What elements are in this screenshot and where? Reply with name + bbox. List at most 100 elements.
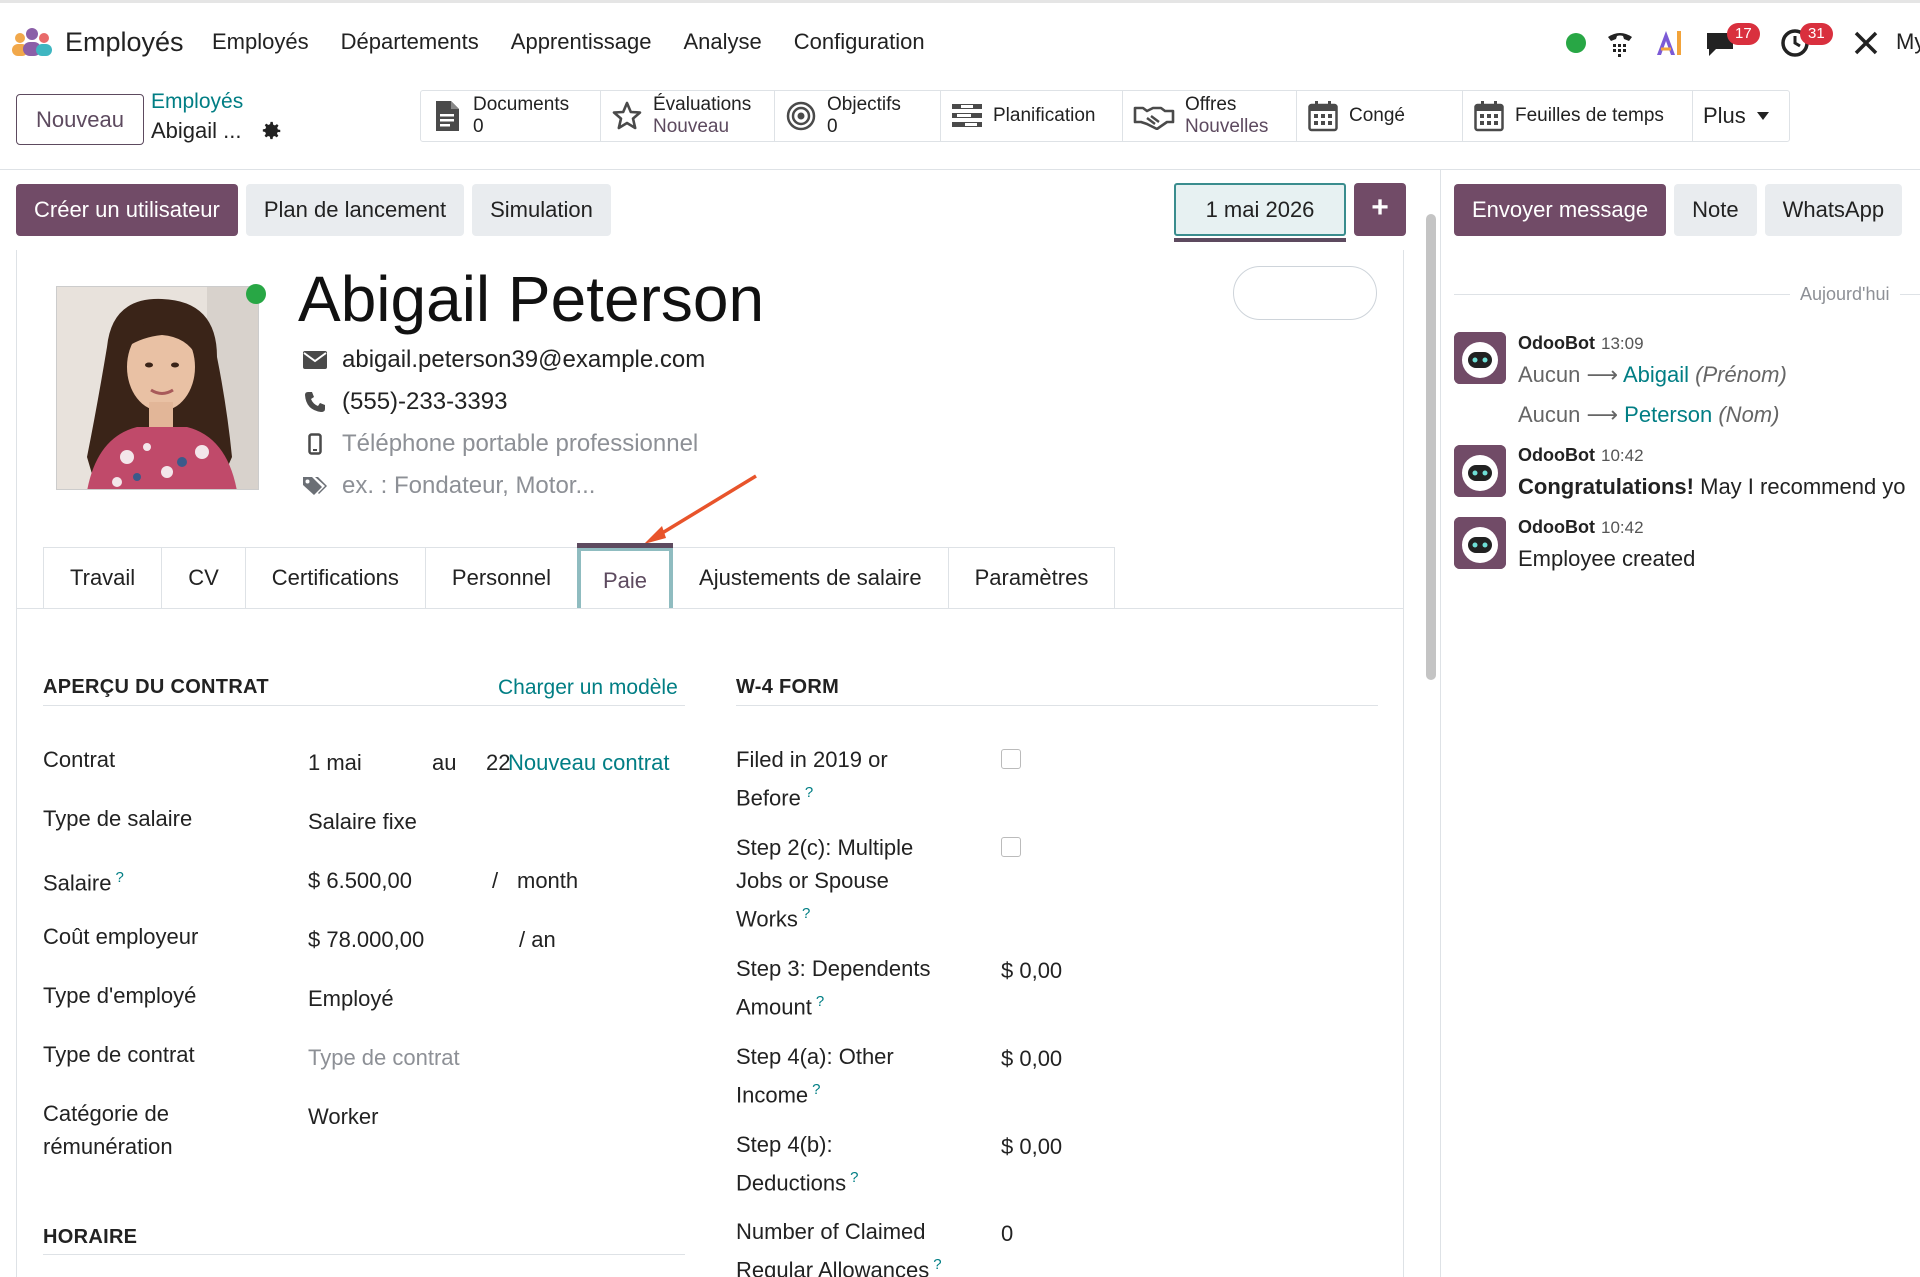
send-message-button[interactable]: Envoyer message [1454,184,1667,236]
employee-type-value[interactable]: Employé [308,986,394,1012]
message-time: 10:42 [1600,446,1644,465]
help-icon[interactable]: ? [805,784,813,801]
breadcrumb-parent[interactable]: Employés [151,90,243,114]
presence-status-icon[interactable] [1566,33,1586,53]
contract-end-value[interactable]: 22 [486,750,510,776]
smart-conge-label: Congé [1349,105,1405,126]
smart-button-evaluations[interactable]: Évaluations Nouveau [601,91,775,141]
smart-feuilles-label: Feuilles de temps [1515,105,1664,126]
salary-type-value[interactable]: Salaire fixe [308,809,417,835]
smart-planification-label: Planification [993,105,1096,126]
contract-start-value[interactable]: 1 mai [308,750,362,776]
tab-cv[interactable]: CV [161,547,246,609]
salary-value[interactable]: $ 6.500,00 [308,868,412,894]
w4-step2c-label: Step 2(c): Multiple Jobs or Spouse Works… [736,831,946,935]
main-menu: Employés Départements Apprentissage Anal… [212,29,957,55]
phone-icon[interactable] [1604,27,1636,59]
w4-step2c-checkbox[interactable] [1001,837,1021,857]
help-icon[interactable]: ? [115,869,123,886]
help-icon[interactable]: ? [816,993,824,1010]
tools-icon[interactable] [1852,29,1880,57]
w4-step4b-label: Step 4(b): Deductions? [736,1128,896,1199]
caret-down-icon [1756,112,1769,120]
w4-step4a-label: Step 4(a): Other Income? [736,1040,946,1111]
message-author: OdooBot 10:42 [1518,445,1644,466]
mobile-phone-field[interactable]: Téléphone portable professionnel [302,430,698,458]
message-author-name: OdooBot [1518,445,1595,465]
work-phone-field[interactable]: (555)-233-3393 [302,388,507,416]
new-button[interactable]: Nouveau [16,94,144,145]
smart-button-offres[interactable]: Offres Nouvelles [1123,91,1297,141]
form-actions: Créer un utilisateur Plan de lancement S… [16,184,611,236]
employee-type-label: Type d'employé [43,983,197,1008]
odoobot-avatar[interactable] [1454,517,1506,569]
odoobot-avatar[interactable] [1454,445,1506,497]
whatsapp-button[interactable]: WhatsApp [1764,184,1903,236]
smart-button-objectifs[interactable]: Objectifs 0 [775,91,941,141]
tracking-old-value: Aucun [1518,362,1581,387]
tab-certifications[interactable]: Certifications [244,547,426,609]
tracking-firstname: Aucun ⟶ Abigail (Prénom) [1518,362,1787,388]
ai-icon[interactable] [1654,27,1686,59]
tags-field[interactable]: ex. : Fondateur, Motor... [302,472,595,500]
employer-cost-period: / an [519,927,556,952]
load-template-link[interactable]: Charger un modèle [498,676,678,700]
date-selector[interactable]: 1 mai 2026 [1174,183,1346,236]
w4-form-title: W-4 FORM [736,676,840,698]
tab-personnel[interactable]: Personnel [424,547,578,609]
employer-cost-value[interactable]: $ 78.000,00 [308,927,424,953]
calendar-icon [1473,100,1505,132]
mobile-phone-placeholder: Téléphone portable professionnel [342,430,699,457]
help-icon[interactable]: ? [812,1081,820,1098]
menu-configuration[interactable]: Configuration [794,29,925,55]
app-logo-icon[interactable] [10,26,54,58]
schedule-divider [43,1254,685,1255]
contract-label: Contrat [43,747,116,772]
tab-ajustements-de-salaire[interactable]: Ajustements de salaire [672,547,949,609]
scrollbar[interactable] [1426,214,1436,680]
today-label: Aujourd'hui [1790,284,1900,305]
help-icon[interactable]: ? [850,1169,858,1186]
help-icon[interactable]: ? [933,1256,941,1273]
gear-icon[interactable] [261,120,283,142]
tab-travail[interactable]: Travail [43,547,163,609]
smart-button-feuilles-de-temps[interactable]: Feuilles de temps [1463,91,1693,141]
log-note-button[interactable]: Note [1674,184,1757,236]
odoobot-avatar[interactable] [1454,332,1506,384]
smart-button-documents[interactable]: Documents 0 [421,91,601,141]
smart-evaluations-label: Évaluations [653,94,752,115]
pay-category-value[interactable]: Worker [308,1104,379,1130]
w4-step4b-value[interactable]: $ 0,00 [1001,1134,1062,1160]
app-name[interactable]: Employés [65,27,184,58]
smart-button-planification[interactable]: Planification [941,91,1123,141]
w4-step4a-value[interactable]: $ 0,00 [1001,1046,1062,1072]
menu-analyse[interactable]: Analyse [683,29,761,55]
menu-employes[interactable]: Employés [212,29,309,55]
add-button[interactable]: + [1354,183,1406,236]
salary-period[interactable]: month [517,868,578,894]
contract-type-placeholder[interactable]: Type de contrat [308,1045,460,1071]
smart-evaluations-value: Nouveau [653,116,730,137]
smart-button-conge[interactable]: Congé [1297,91,1463,141]
tab-parametres[interactable]: Paramètres [947,547,1116,609]
launch-plan-button[interactable]: Plan de lancement [245,184,465,236]
chatter-divider [1440,170,1441,1277]
smart-button-plus[interactable]: Plus [1693,91,1789,141]
employee-avatar[interactable] [56,286,259,490]
simulation-button[interactable]: Simulation [472,184,611,236]
company-switcher[interactable]: My [1896,29,1920,55]
menu-departements[interactable]: Départements [341,29,479,55]
w4-allowances-value[interactable]: 0 [1001,1221,1013,1247]
create-user-button[interactable]: Créer un utilisateur [16,184,238,236]
work-email-field[interactable]: abigail.peterson39@example.com [302,346,705,374]
employee-name[interactable]: Abigail Peterson [298,262,764,336]
new-contract-link[interactable]: Nouveau contrat [508,750,669,776]
w4-step2c-text: Step 2(c): Multiple Jobs or Spouse Works [736,835,914,932]
w4-filed-2019-checkbox[interactable] [1001,749,1021,769]
w4-step3-value[interactable]: $ 0,00 [1001,958,1062,984]
contract-overview-title: APERÇU DU CONTRAT [43,676,269,698]
menu-apprentissage[interactable]: Apprentissage [511,29,652,55]
status-pill[interactable] [1233,266,1377,320]
tab-paie[interactable]: Paie [577,543,674,609]
help-icon[interactable]: ? [802,905,810,922]
